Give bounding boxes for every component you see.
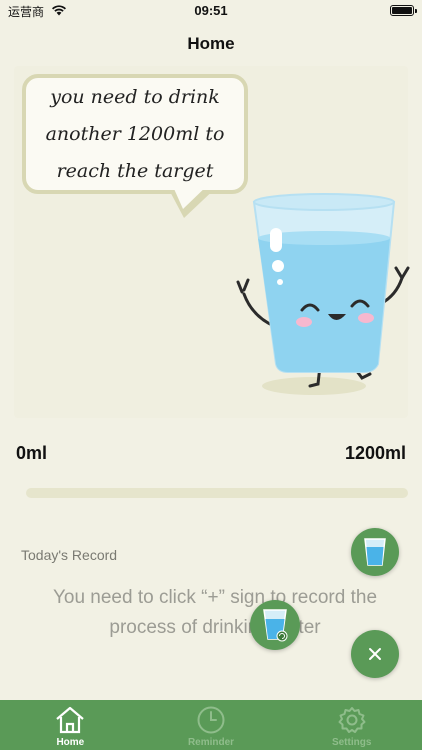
close-button[interactable] bbox=[351, 630, 399, 678]
record-empty-hint: You need to click “+” sign to record the… bbox=[52, 587, 378, 638]
tab-settings-label: Settings bbox=[331, 737, 372, 748]
clock-icon bbox=[197, 706, 225, 734]
house-icon bbox=[56, 706, 85, 734]
progress-bar bbox=[26, 488, 408, 498]
battery-icon bbox=[390, 5, 417, 16]
water-glass-mascot bbox=[236, 193, 410, 395]
glass-refill-icon bbox=[263, 609, 288, 642]
close-icon bbox=[369, 648, 381, 660]
tab-home-label: Home bbox=[56, 737, 85, 748]
tab-home[interactable]: Home bbox=[0, 700, 141, 750]
gear-icon bbox=[338, 707, 366, 733]
record-section-title: Today's Record bbox=[21, 547, 118, 563]
status-time: 09:51 bbox=[194, 3, 228, 18]
page-title: Home bbox=[187, 34, 235, 53]
tab-reminder[interactable]: Reminder bbox=[141, 700, 282, 750]
tab-settings[interactable]: Settings bbox=[281, 700, 422, 750]
tab-bar: Home Reminder Settings bbox=[0, 700, 422, 750]
progress-min-label: 0ml bbox=[16, 443, 48, 463]
tab-reminder-label: Reminder bbox=[187, 737, 235, 748]
water-cup-icon bbox=[364, 538, 386, 566]
status-bar: 运营商 09:51 bbox=[0, 0, 422, 22]
quick-add-button[interactable] bbox=[250, 600, 300, 650]
progress-max-label: 1200ml bbox=[344, 443, 406, 463]
add-drink-button[interactable] bbox=[351, 528, 399, 576]
hero-illustration: you need to drink another 1200ml to reac… bbox=[14, 66, 410, 418]
speech-bubble-text: you need to drink another 1200ml to reac… bbox=[45, 85, 225, 182]
speech-bubble: you need to drink another 1200ml to reac… bbox=[22, 74, 248, 194]
